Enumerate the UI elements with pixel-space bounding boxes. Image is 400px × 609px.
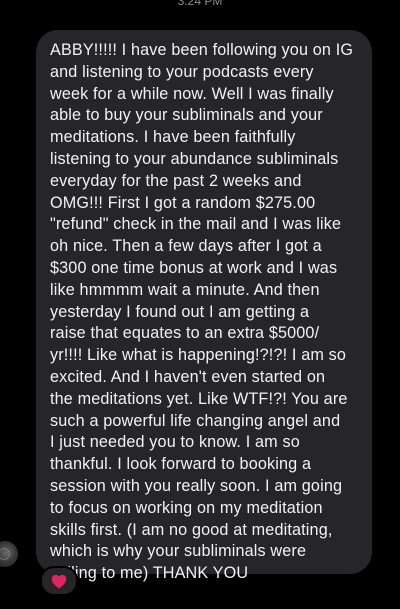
message-text: ABBY!!!!! I have been following you on I…	[50, 41, 354, 583]
reaction-badge[interactable]	[40, 566, 78, 596]
message-bubble[interactable]: ABBY!!!!! I have been following you on I…	[36, 30, 372, 582]
message-timestamp: 3:24 PM	[177, 0, 223, 8]
heart-icon	[51, 574, 67, 588]
sender-avatar[interactable]	[0, 541, 18, 567]
